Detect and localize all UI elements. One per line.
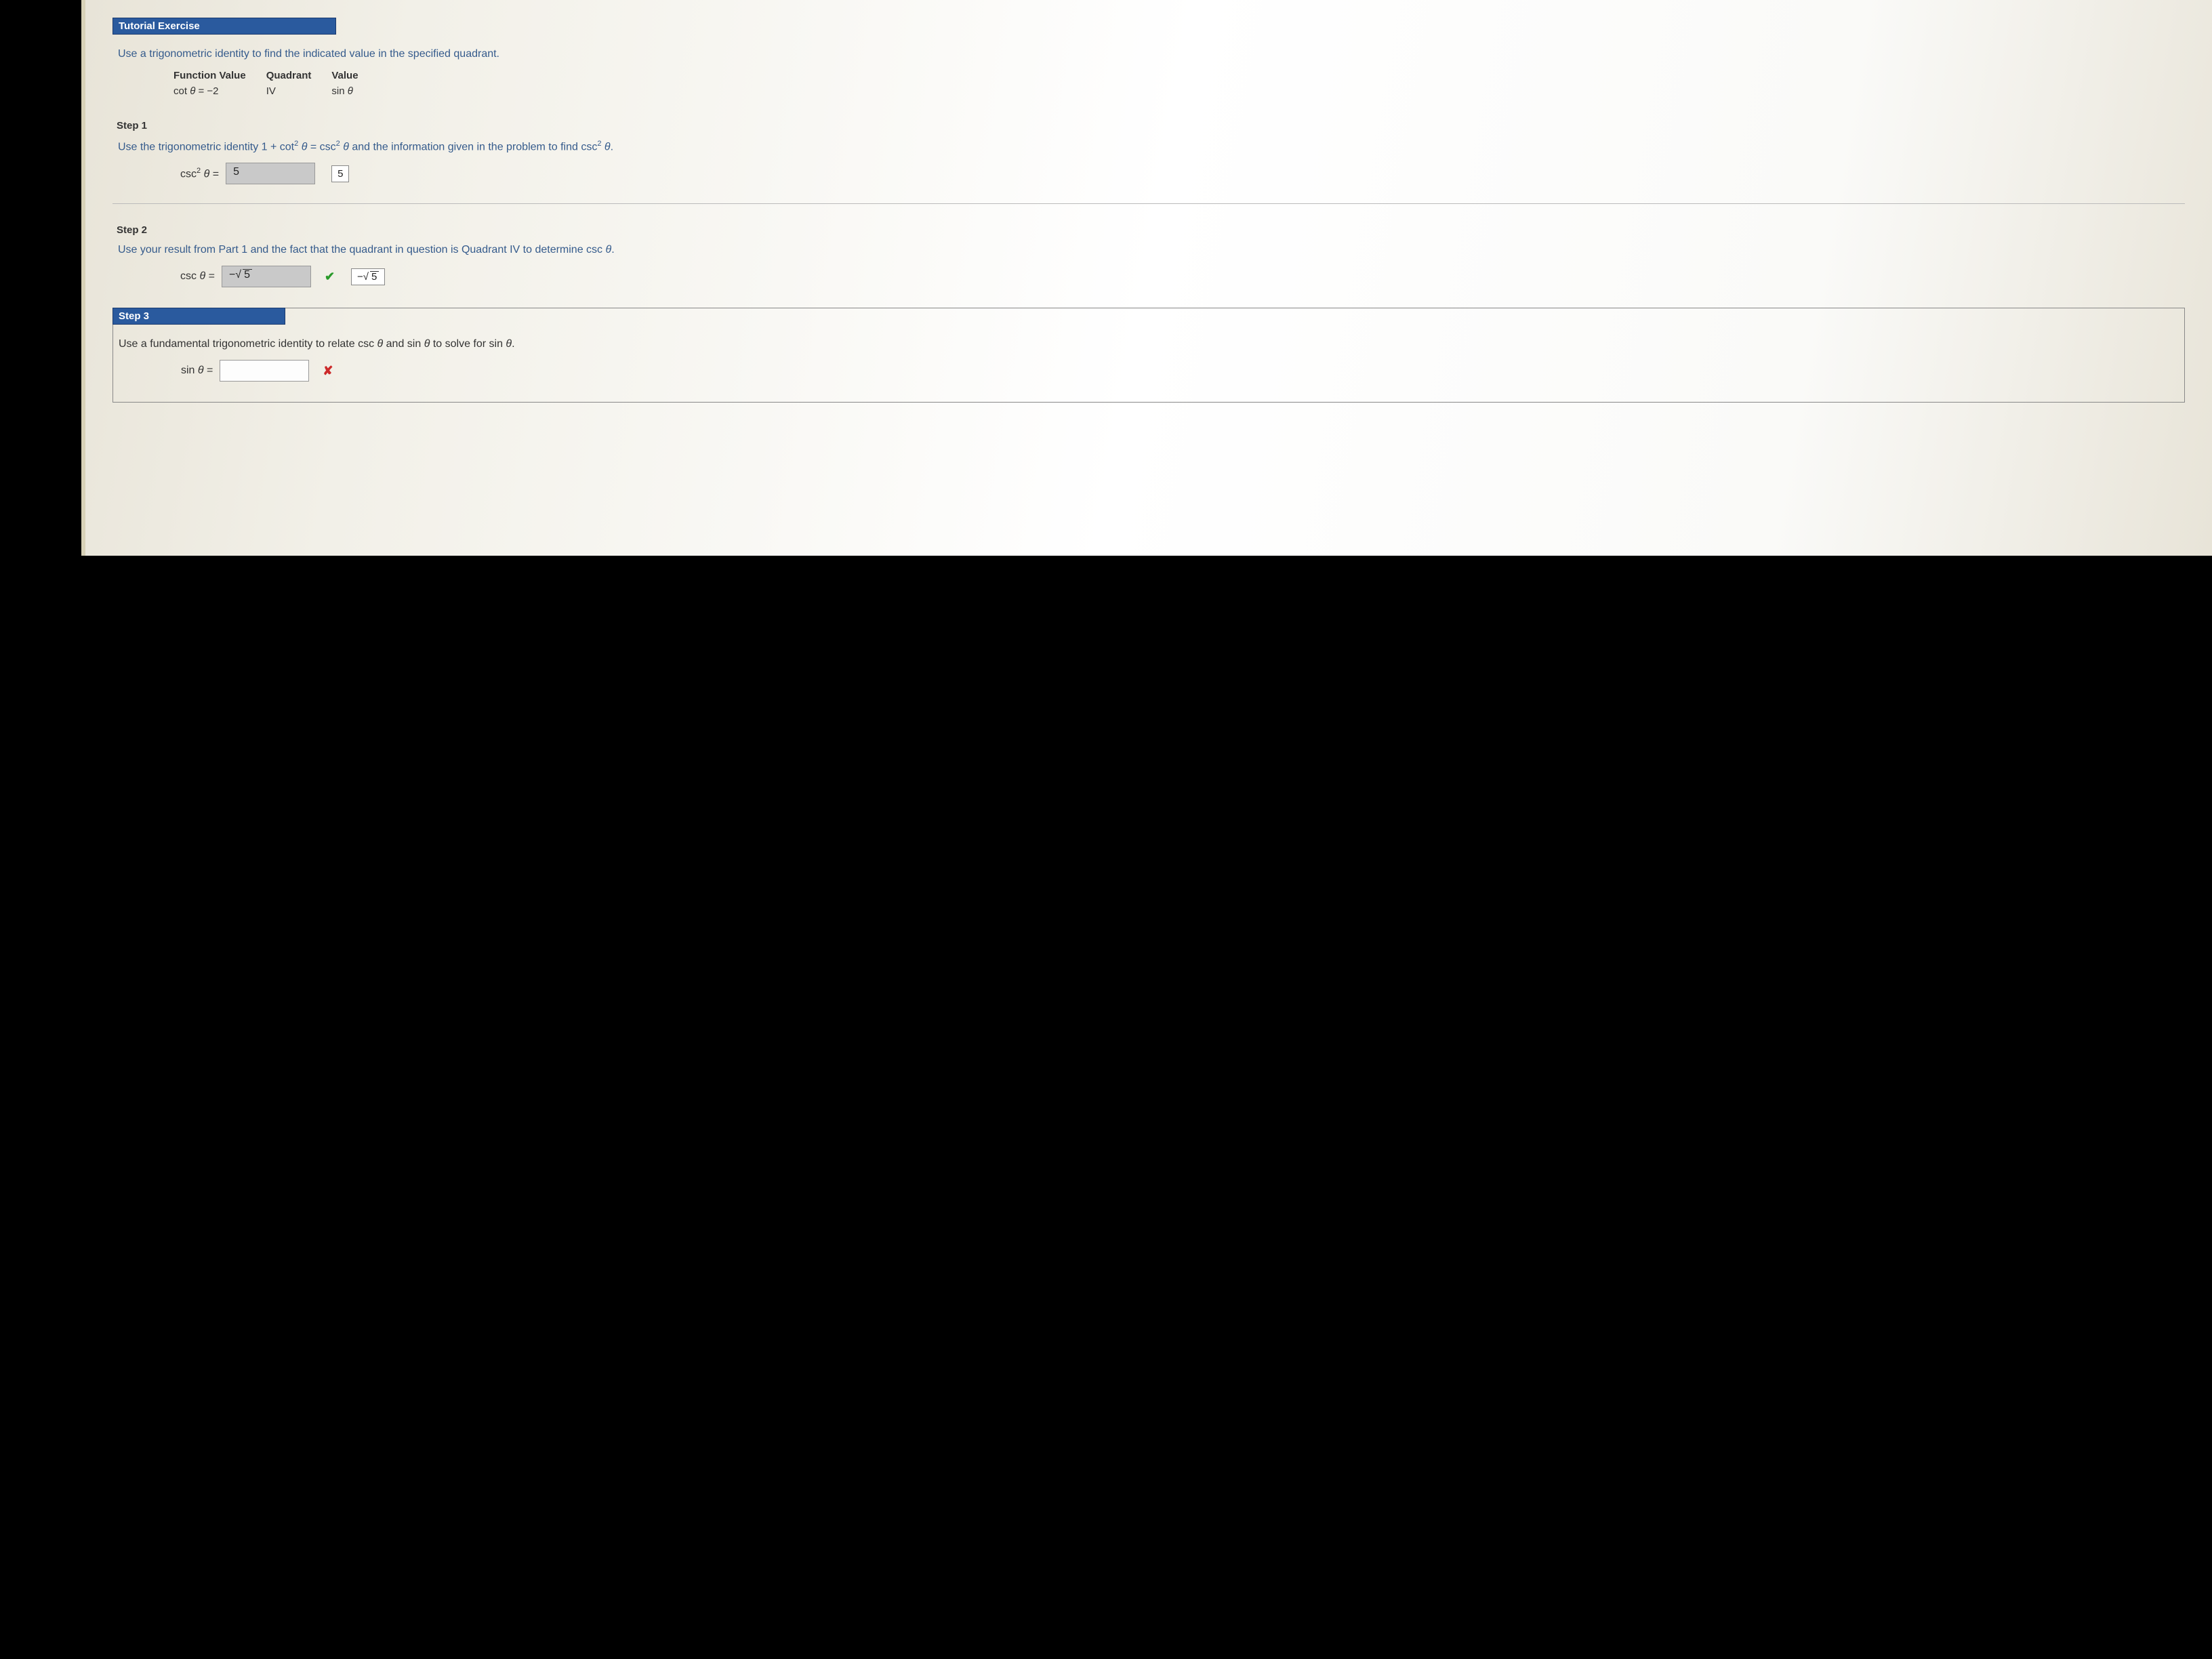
- step2-answer-input[interactable]: −5: [222, 266, 311, 287]
- check-icon: ✔: [325, 270, 335, 284]
- exercise-instruction: Use a trigonometric identity to find the…: [118, 48, 2185, 60]
- step2-label: Step 2: [117, 224, 2185, 236]
- step2-feedback-box: −5: [351, 268, 385, 285]
- step1-label: Step 1: [117, 120, 2185, 131]
- step1-feedback-box: 5: [331, 165, 349, 182]
- step3-container: Step 3 Use a fundamental trigonometric i…: [112, 308, 2185, 403]
- step2-equation: csc θ = −5 ✔ −5: [180, 266, 2185, 287]
- step3-equation: sin θ = ✘: [181, 360, 2184, 382]
- step1-text-a: Use the trigonometric identity 1 + cot: [118, 141, 294, 152]
- cell-quadrant: IV: [266, 84, 332, 100]
- step2-eq-label: csc θ =: [180, 270, 215, 283]
- tutorial-exercise-header: Tutorial Exercise: [112, 18, 336, 35]
- step1-text: Use the trigonometric identity 1 + cot2 …: [118, 140, 2185, 153]
- cell-value: sin θ: [331, 84, 378, 100]
- x-icon: ✘: [323, 364, 333, 378]
- col-quadrant: Quadrant: [266, 68, 332, 84]
- given-values-table: Function Value Quadrant Value cot θ = −2…: [173, 68, 379, 100]
- step3-answer-input[interactable]: [220, 360, 309, 382]
- cell-function-value: cot θ = −2: [173, 84, 266, 100]
- step3-eq-label: sin θ =: [181, 365, 213, 377]
- content-area: Tutorial Exercise Use a trigonometric id…: [85, 0, 2212, 416]
- step2-text: Use your result from Part 1 and the fact…: [118, 244, 2185, 256]
- step3-header: Step 3: [112, 308, 285, 325]
- step1-equation: csc2 θ = 5 5: [180, 163, 2185, 184]
- col-function-value: Function Value: [173, 68, 266, 84]
- step1-answer-input[interactable]: 5: [226, 163, 315, 184]
- step3-text: Use a fundamental trigonometric identity…: [119, 338, 2184, 350]
- step1-eq-label: csc2 θ =: [180, 167, 219, 180]
- col-value: Value: [331, 68, 378, 84]
- exercise-panel: Tutorial Exercise Use a trigonometric id…: [81, 0, 2212, 556]
- divider-1: [112, 203, 2185, 204]
